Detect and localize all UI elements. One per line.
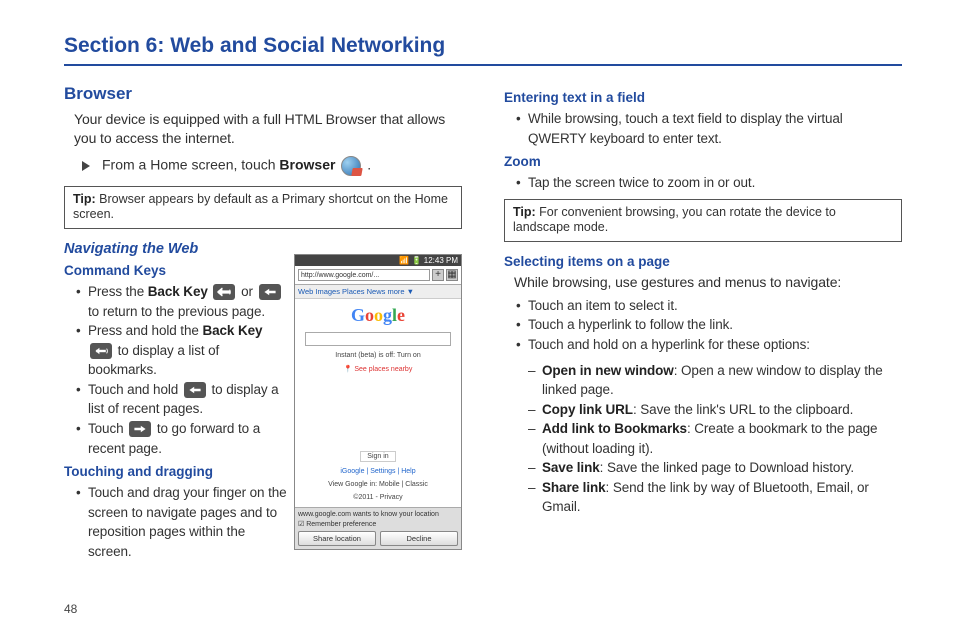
forward-arrow-icon [129, 421, 151, 437]
t: Share link [542, 480, 606, 495]
google-logo: Google [351, 305, 405, 326]
selecting-list: Touch an item to select it. Touch a hype… [504, 296, 902, 355]
sel-item-1: Touch an item to select it. [518, 296, 902, 316]
page-number: 48 [64, 602, 77, 616]
browser-globe-icon [341, 156, 361, 176]
tip-text: For convenient browsing, you can rotate … [513, 205, 836, 235]
selecting-intro: While browsing, use gestures and menus t… [504, 273, 902, 292]
left-narrow-block: Command Keys Press the Back Key or to re… [64, 263, 288, 561]
two-column-layout: Browser Your device is equipped with a f… [64, 84, 902, 567]
signin-button: Sign in [360, 451, 395, 462]
back-key-icon [213, 284, 235, 300]
loc-text: www.google.com wants to know your locati… [298, 511, 458, 518]
left-column: Browser Your device is equipped with a f… [64, 84, 462, 567]
back-key-icon [90, 343, 112, 359]
t: or [241, 284, 256, 299]
decline-button: Decline [380, 531, 458, 546]
opt-add-bookmark: Add link to Bookmarks: Create a bookmark… [530, 419, 902, 458]
opt-share-link: Share link: Send the link by way of Blue… [530, 478, 902, 517]
instant-line: Instant (beta) is off: Turn on [335, 352, 420, 359]
phone-url-bar: http://www.google.com/... + ▦ [295, 266, 461, 285]
t: Press and hold the [88, 323, 202, 338]
browser-intro: Your device is equipped with a full HTML… [64, 110, 462, 148]
zoom-list: Tap the screen twice to zoom in or out. [504, 173, 902, 193]
t: Save link [542, 460, 600, 475]
tip-label: Tip: [513, 205, 536, 219]
t: Touch and hold [88, 382, 182, 397]
back-arrow-icon [259, 284, 281, 300]
browser-heading: Browser [64, 84, 462, 104]
step-suffix: . [363, 156, 371, 172]
tip-label: Tip: [73, 192, 96, 206]
t: Open in new window [542, 363, 674, 378]
footer-links: iGoogle | Settings | Help [340, 468, 415, 475]
tip-box-browser: Tip: Browser appears by default as a Pri… [64, 186, 462, 229]
entering-text-list: While browsing, touch a text field to di… [504, 109, 902, 148]
view-mode: View Google in: Mobile | Classic [328, 481, 428, 488]
section-title: Section 6: Web and Social Networking [64, 34, 902, 66]
t: Touch [88, 421, 127, 436]
touch-item: Touch and drag your finger on the screen… [78, 483, 288, 561]
command-keys-heading: Command Keys [64, 263, 288, 278]
cmd-item-hold-back: Press and hold the Back Key to display a… [78, 321, 288, 380]
google-search-box [305, 332, 450, 346]
copyright: ©2011 - Privacy [353, 494, 402, 501]
t: Press the [88, 284, 148, 299]
remember-label: Remember preference [306, 521, 376, 528]
procedure-marker-icon [82, 161, 90, 171]
share-location-button: Share location [298, 531, 376, 546]
phone-new-tab-icon: + [432, 269, 444, 281]
step-prefix: From a Home screen, touch [102, 156, 279, 172]
tip-text: Browser appears by default as a Primary … [73, 192, 448, 222]
phone-status-bar: 📶 🔋 12:43 PM [295, 255, 461, 266]
phone-time: 12:43 PM [424, 256, 458, 265]
touching-heading: Touching and dragging [64, 464, 288, 479]
t: Add link to Bookmarks [542, 421, 687, 436]
hyperlink-options-list: Open in new window: Open a new window to… [504, 361, 902, 518]
tip-box-landscape: Tip: For convenient browsing, you can ro… [504, 199, 902, 242]
t: See places nearby [354, 366, 412, 373]
zoom-item: Tap the screen twice to zoom in or out. [518, 173, 902, 193]
t: Back Key [202, 323, 262, 338]
t: to return to the previous page. [88, 304, 265, 319]
cmd-item-hold-arrow: Touch and hold to display a list of rece… [78, 380, 288, 419]
phone-screenshot: 📶 🔋 12:43 PM http://www.google.com/... +… [294, 254, 462, 550]
opt-open-new: Open in new window: Open a new window to… [530, 361, 902, 400]
zoom-heading: Zoom [504, 154, 902, 169]
step-app-name: Browser [279, 156, 335, 172]
t: Back Key [148, 284, 208, 299]
selecting-items-heading: Selecting items on a page [504, 254, 902, 269]
t: : Save the linked page to Download histo… [600, 460, 854, 475]
places-line: 📍 See places nearby [344, 365, 413, 373]
command-keys-list: Press the Back Key or to return to the p… [64, 282, 288, 458]
entering-text-heading: Entering text in a field [504, 90, 902, 105]
cmd-item-forward: Touch to go forward to a recent page. [78, 419, 288, 458]
opt-save-link: Save link: Save the linked page to Downl… [530, 458, 902, 478]
phone-bookmarks-icon: ▦ [446, 269, 458, 281]
touching-list: Touch and drag your finger on the screen… [64, 483, 288, 561]
step-from-home: From a Home screen, touch Browser . [64, 156, 462, 176]
step-text: From a Home screen, touch Browser . [102, 156, 371, 176]
right-column: Entering text in a field While browsing,… [504, 84, 902, 567]
phone-url-field: http://www.google.com/... [298, 269, 430, 281]
sel-item-3: Touch and hold on a hyperlink for these … [518, 335, 902, 355]
opt-copy-url: Copy link URL: Save the link's URL to th… [530, 400, 902, 420]
t: : Save the link's URL to the clipboard. [633, 402, 853, 417]
cmd-item-back: Press the Back Key or to return to the p… [78, 282, 288, 321]
phone-location-prompt: www.google.com wants to know your locati… [295, 507, 461, 549]
t: Copy link URL [542, 402, 633, 417]
enter-item: While browsing, touch a text field to di… [518, 109, 902, 148]
back-arrow-icon [184, 382, 206, 398]
sel-item-2: Touch a hyperlink to follow the link. [518, 315, 902, 335]
phone-body: Google Instant (beta) is off: Turn on 📍 … [295, 299, 461, 507]
phone-google-nav: Web Images Places News more ▼ [295, 285, 461, 299]
